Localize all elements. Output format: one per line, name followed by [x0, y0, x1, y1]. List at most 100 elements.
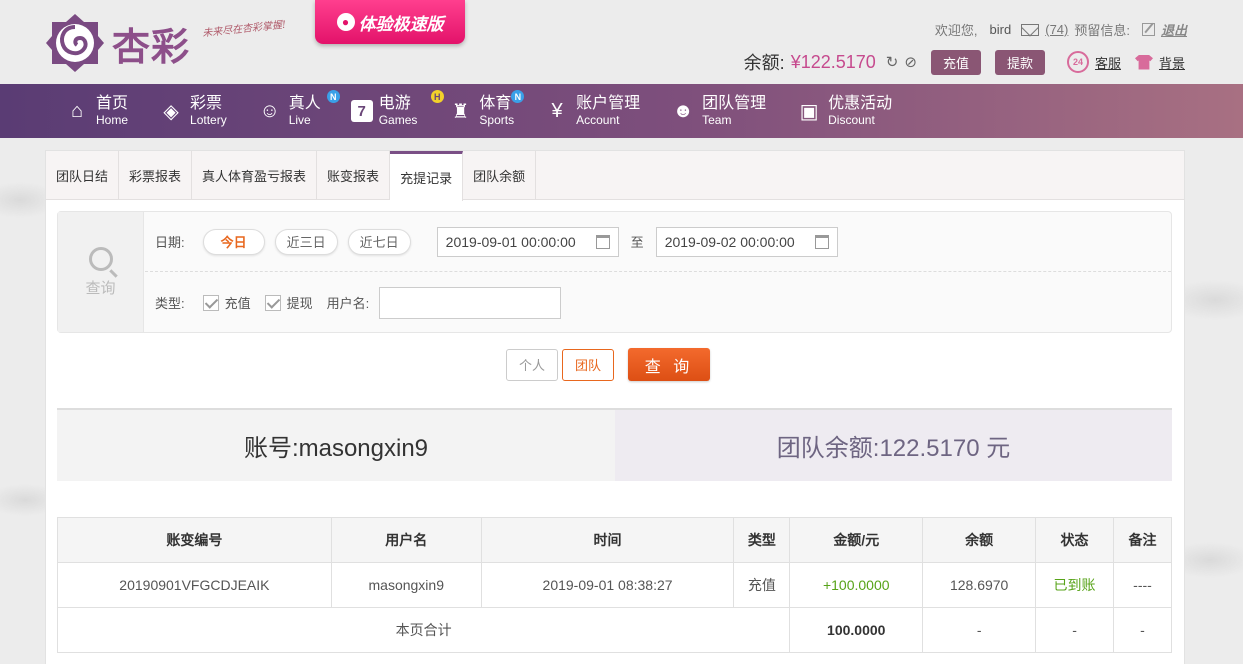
- logo[interactable]: 杏彩: [44, 12, 190, 74]
- customer-service-icon[interactable]: 24: [1066, 51, 1089, 73]
- username: bird: [989, 22, 1012, 37]
- withdraw-button[interactable]: 提款: [994, 49, 1045, 75]
- chip-today[interactable]: 今日: [202, 228, 265, 255]
- refresh-icon[interactable]: ↻: [886, 53, 899, 71]
- message-count[interactable]: (74): [1045, 22, 1068, 37]
- ticket-icon: ◈: [163, 100, 179, 123]
- team-icon: ☻: [672, 99, 694, 122]
- team-button[interactable]: 团队: [562, 348, 615, 381]
- tab-deposit-withdraw-records[interactable]: 充提记录: [390, 151, 464, 201]
- nav-item-games[interactable]: 7 电游 Games H: [350, 90, 444, 127]
- hot-badge: H: [430, 90, 444, 103]
- summary-bar: 账号:masongxin9 团队余额:122.5170 元: [57, 408, 1172, 481]
- nav-label: 彩票: [190, 95, 223, 112]
- nav-sublabel: Discount: [828, 113, 875, 127]
- nav-item-lottery[interactable]: ◈ 彩票 Lottery: [158, 95, 226, 127]
- speed-version-button[interactable]: ● 体验极速版: [315, 0, 465, 44]
- date-from-input[interactable]: 2019-09-01 00:00:00: [436, 226, 619, 257]
- column-header: 状态: [1035, 517, 1114, 563]
- tab-transaction-report[interactable]: 账变报表: [317, 151, 391, 199]
- report-panel: 团队日结 彩票报表 真人体育盈亏报表 账变报表 充提记录 团队余额 查询 日期:…: [45, 150, 1185, 664]
- type-filter-row: 类型: 充值 提现 用户名:: [145, 273, 1171, 332]
- time-cell: 2019-09-01 08:38:27: [480, 562, 735, 608]
- tab-team-daily[interactable]: 团队日结: [46, 151, 120, 199]
- total-label: 本页合计: [56, 607, 791, 653]
- recharge-button[interactable]: 充值: [930, 49, 981, 75]
- logo-emblem-icon: [46, 14, 104, 72]
- nav-sublabel: Games: [378, 113, 418, 127]
- query-button[interactable]: 查 询: [628, 348, 711, 381]
- username-input[interactable]: [379, 286, 562, 319]
- date-filter-row: 日期: 今日 近三日 近七日 2019-09-01 00:00:00 至 201…: [145, 212, 1171, 272]
- total-dash: -: [922, 607, 1037, 653]
- type-withdraw-checkbox[interactable]: 提现: [264, 293, 313, 312]
- gift-icon: ▣: [799, 100, 819, 123]
- logout-link[interactable]: 退出: [1161, 20, 1187, 39]
- balance-amount: ¥122.5170: [790, 51, 876, 72]
- nav-item-live[interactable]: ☺ 真人 Live N: [257, 90, 340, 127]
- header: 杏彩 未来尽在杏彩掌握! ● 体验极速版 欢迎您, bird (74) 预留信息…: [0, 0, 1243, 84]
- status-cell: 已到账: [1035, 562, 1114, 608]
- personal-button[interactable]: 个人: [506, 348, 559, 381]
- type-label: 类型:: [155, 296, 185, 311]
- amount-cell: +100.0000: [789, 562, 924, 608]
- table-header-row: 账变编号 用户名 时间 类型 金额/元 余额 状态 备注: [57, 517, 1172, 563]
- date-label: 日期:: [155, 235, 185, 250]
- slogan: 未来尽在杏彩掌握!: [201, 19, 287, 40]
- background-link[interactable]: 背景: [1159, 53, 1185, 72]
- slot-seven-icon: 7: [350, 100, 373, 122]
- eye-hide-icon[interactable]: ⊘: [904, 53, 917, 71]
- nav-item-home[interactable]: ⌂ 首页 Home: [64, 96, 128, 127]
- logo-text: 杏彩: [112, 23, 191, 69]
- action-buttons: 个人 团队 查 询: [506, 348, 711, 381]
- tab-live-sports-pnl[interactable]: 真人体育盈亏报表: [192, 151, 318, 199]
- total-row: 本页合计 100.0000 - - -: [56, 607, 1172, 653]
- column-header: 用户名: [330, 517, 482, 563]
- type-recharge-label: 充值: [224, 296, 251, 311]
- records-table: 账变编号 用户名 时间 类型 金额/元 余额 状态 备注 20190901VFG…: [56, 517, 1172, 653]
- balance-label: 余额:: [743, 53, 785, 73]
- checkbox-icon[interactable]: [264, 294, 281, 311]
- nav-sublabel: Team: [702, 113, 732, 127]
- nav-item-discount[interactable]: ▣ 优惠活动 Discount: [796, 95, 893, 127]
- date-to-value: 2019-09-02 00:00:00: [664, 233, 795, 250]
- column-header: 余额: [922, 517, 1037, 563]
- tab-lottery-report[interactable]: 彩票报表: [119, 151, 193, 199]
- type-recharge-checkbox[interactable]: 充值: [202, 293, 251, 312]
- table-row[interactable]: 20190901VFGCDJEAIK masongxin9 2019-09-01…: [57, 562, 1172, 608]
- nav-label: 优惠活动: [828, 95, 893, 112]
- type-cell: 充值: [733, 562, 791, 608]
- user-info-row: 欢迎您, bird (74) 预留信息: 退出: [935, 20, 1187, 39]
- checkbox-icon[interactable]: [202, 294, 219, 311]
- search-icon: [88, 246, 113, 271]
- promo-label: 体验极速版: [358, 14, 444, 34]
- column-header: 时间: [480, 517, 735, 563]
- nav-label: 团队管理: [702, 95, 767, 112]
- mail-icon[interactable]: [1021, 23, 1040, 36]
- trophy-icon: ♜: [451, 100, 470, 123]
- nav-item-account[interactable]: ¥ 账户管理 Account: [544, 96, 641, 127]
- chip-last-3-days[interactable]: 近三日: [274, 228, 338, 255]
- calendar-icon[interactable]: [595, 234, 610, 249]
- tab-team-balance[interactable]: 团队余额: [463, 151, 537, 199]
- shirt-icon[interactable]: [1134, 54, 1153, 70]
- date-to-input[interactable]: 2019-09-02 00:00:00: [655, 226, 838, 257]
- account-summary: 账号:masongxin9: [57, 410, 615, 481]
- reserve-info-label: 预留信息:: [1074, 23, 1130, 38]
- edit-icon[interactable]: [1141, 23, 1155, 36]
- chip-last-7-days[interactable]: 近七日: [347, 228, 411, 255]
- total-amount: 100.0000: [789, 607, 924, 653]
- type-withdraw-label: 提现: [286, 296, 313, 311]
- welcome-text: 欢迎您,: [934, 23, 978, 38]
- nav-sublabel: Live: [288, 113, 311, 127]
- remark-cell: ----: [1113, 562, 1172, 608]
- nav-item-sports[interactable]: ♜ 体育 Sports N: [447, 90, 525, 126]
- column-header: 账变编号: [57, 517, 332, 563]
- balance-row: 余额: ¥122.5170 ↻ ⊘ 充值 提款 24 客服 背景: [744, 49, 1185, 75]
- nav-label: 真人: [288, 95, 321, 112]
- date-from-value: 2019-09-01 00:00:00: [445, 233, 576, 250]
- nav-item-team[interactable]: ☻ 团队管理 Team: [670, 95, 767, 127]
- transaction-id-cell: 20190901VFGCDJEAIK: [57, 562, 332, 608]
- calendar-icon[interactable]: [814, 234, 829, 249]
- customer-service-link[interactable]: 客服: [1095, 53, 1121, 72]
